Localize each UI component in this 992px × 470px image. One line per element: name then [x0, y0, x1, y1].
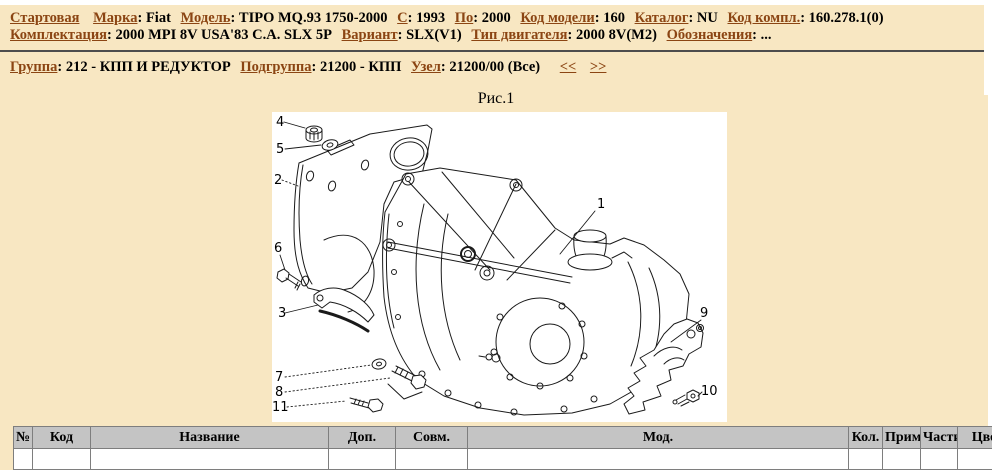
- model-link[interactable]: Модель: [181, 10, 231, 26]
- table-cell-empty: [468, 449, 849, 470]
- prev-page-link[interactable]: <<: [560, 59, 577, 75]
- callout-7: 7: [275, 370, 283, 385]
- variant-value: SLX(V1): [398, 27, 462, 43]
- nut-4-shape: [306, 126, 322, 142]
- engine-type-value: 2000 8V(M2): [568, 27, 657, 43]
- table-cell-empty: [958, 449, 992, 470]
- figure-image[interactable]: 1 2 3 4 5 6 7 8 9 10 11: [272, 112, 727, 422]
- col-header-compat: Совм.: [396, 427, 468, 449]
- model-value: TIPO MQ.93 1750-2000: [230, 10, 387, 26]
- callout-4: 4: [276, 115, 284, 130]
- field-year-to: По2000: [455, 10, 511, 26]
- callout-10: 10: [701, 384, 718, 399]
- home-link[interactable]: Стартовая: [10, 10, 79, 26]
- equipment-value: 2000 MPI 8V USA'83 C.A. SLX 5P: [107, 27, 332, 43]
- bolt-6-shape: [277, 269, 301, 290]
- next-page-link[interactable]: >>: [590, 59, 607, 75]
- right-white-strip: [984, 5, 988, 95]
- field-subgroup: Подгруппа21200 - КПП: [240, 59, 401, 75]
- col-header-parts: Части: [921, 427, 958, 449]
- callout-6: 6: [274, 241, 282, 256]
- col-header-extra: Доп.: [329, 427, 396, 449]
- callout-9: 9: [700, 306, 708, 321]
- table-cell-empty: [14, 449, 33, 470]
- subgroup-link[interactable]: Подгруппа: [240, 59, 311, 75]
- parts-table: № Код Название Доп. Совм. Мод. Кол. Прим…: [13, 426, 992, 470]
- catalog-link[interactable]: Каталог: [635, 10, 689, 26]
- table-cell-empty: [849, 449, 883, 470]
- plug-10-shape: [687, 390, 699, 402]
- year-from-link[interactable]: С: [397, 10, 407, 26]
- field-equip-code: Код компл.160.278.1(0): [727, 10, 883, 26]
- field-model: МодельTIPO MQ.93 1750-2000: [181, 10, 388, 26]
- table-cell-empty: [329, 449, 396, 470]
- group-value: 212 - КПП И РЕДУКТОР: [57, 59, 230, 75]
- header-divider: [0, 50, 988, 52]
- field-catalog: КаталогNU: [635, 10, 718, 26]
- field-variant: ВариантSLX(V1): [342, 27, 462, 43]
- field-model-code: Код модели160: [520, 10, 625, 26]
- year-from-value: 1993: [408, 10, 445, 26]
- year-to-value: 2000: [473, 10, 510, 26]
- callout-1: 1: [597, 197, 605, 212]
- callout-5: 5: [276, 142, 284, 157]
- equipment-link[interactable]: Комплектация: [10, 27, 107, 43]
- table-cell-empty: [91, 449, 329, 470]
- table-cell-empty: [396, 449, 468, 470]
- subgroup-value: 21200 - КПП: [312, 59, 402, 75]
- table-cell-empty: [33, 449, 91, 470]
- catalog-value: NU: [688, 10, 717, 26]
- col-header-name: Название: [91, 427, 329, 449]
- table-cell-empty: [921, 449, 958, 470]
- catalog-page: Стартовая МаркаFiat МодельTIPO MQ.93 175…: [0, 5, 988, 470]
- equip-code-value: 160.278.1(0): [800, 10, 883, 26]
- field-equipment: Комплектация2000 MPI 8V USA'83 C.A. SLX …: [10, 27, 332, 43]
- field-group: Группа212 - КПП И РЕДУКТОР: [10, 59, 231, 75]
- callout-3: 3: [278, 306, 286, 321]
- callout-8: 8: [275, 385, 283, 400]
- col-header-mod: Мод.: [468, 427, 849, 449]
- gearbox-diagram: 1 2 3 4 5 6 7 8 9 10 11: [272, 112, 727, 422]
- header-bar: Стартовая МаркаFiat МодельTIPO MQ.93 175…: [10, 10, 988, 44]
- table-cell-empty: [883, 449, 921, 470]
- unit-link[interactable]: Узел: [411, 59, 441, 75]
- equip-code-link[interactable]: Код компл.: [727, 10, 800, 26]
- group-link[interactable]: Группа: [10, 59, 57, 75]
- field-designations: Обозначения...: [667, 27, 772, 43]
- col-header-qty: Кол.: [849, 427, 883, 449]
- col-header-number: №: [14, 427, 33, 449]
- table-header-row: № Код Название Доп. Совм. Мод. Кол. Прим…: [14, 427, 992, 449]
- model-code-value: 160: [595, 10, 625, 26]
- engine-type-link[interactable]: Тип двигателя: [471, 27, 567, 43]
- col-header-code: Код: [33, 427, 91, 449]
- field-brand: МаркаFiat: [93, 10, 171, 26]
- table-row: [14, 449, 992, 470]
- designations-value: ...: [752, 27, 771, 43]
- brand-value: Fiat: [137, 10, 170, 26]
- designations-link[interactable]: Обозначения: [667, 27, 753, 43]
- field-engine-type: Тип двигателя2000 8V(M2): [471, 27, 657, 43]
- callout-2: 2: [274, 173, 282, 188]
- field-unit: Узел21200/00 (Все): [411, 59, 540, 75]
- col-header-note: Прим.: [883, 427, 921, 449]
- washer-7-shape: [371, 358, 387, 370]
- brand-link[interactable]: Марка: [93, 10, 137, 26]
- variant-link[interactable]: Вариант: [342, 27, 398, 43]
- unit-value: 21200/00 (Все): [441, 59, 540, 75]
- field-year-from: С1993: [397, 10, 445, 26]
- callout-11: 11: [272, 400, 289, 415]
- figure-caption: Рис.1: [10, 90, 982, 108]
- year-to-link[interactable]: По: [455, 10, 474, 26]
- col-header-color: Цвет: [958, 427, 992, 449]
- bolt-11-shape: [350, 398, 383, 412]
- nav-bar: Группа212 - КПП И РЕДУКТОР Подгруппа2120…: [10, 59, 988, 76]
- model-code-link[interactable]: Код модели: [520, 10, 594, 26]
